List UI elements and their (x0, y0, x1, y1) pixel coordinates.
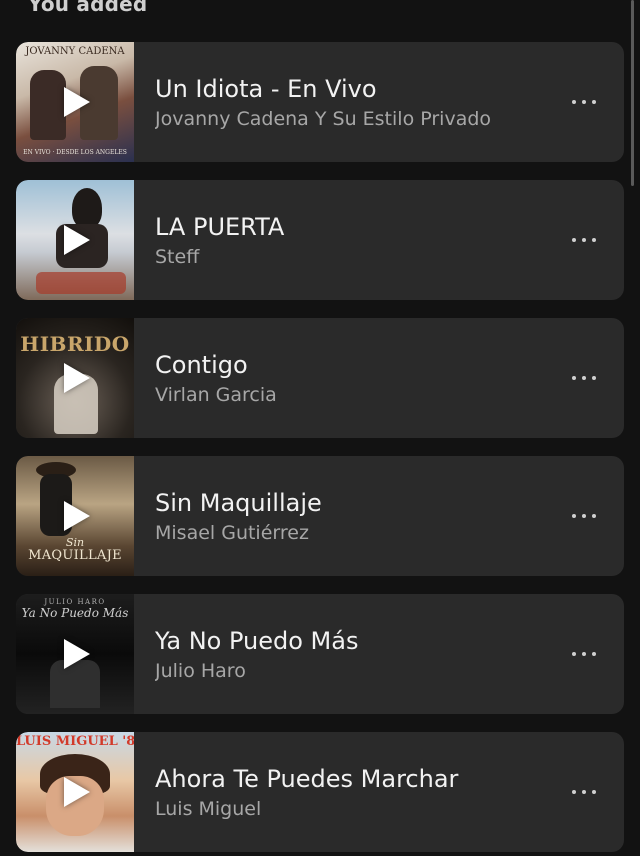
track-info: Contigo Virlan Garcia (134, 350, 556, 407)
more-options-icon[interactable] (556, 220, 612, 260)
track-card[interactable]: Sin MAQUILLAJE Sin Maquillaje Misael Gut… (16, 456, 624, 576)
track-info: Sin Maquillaje Misael Gutiérrez (134, 488, 556, 545)
album-art[interactable]: JULIO HARO Ya No Puedo Más (16, 594, 134, 714)
track-artist: Julio Haro (155, 659, 246, 682)
more-options-icon[interactable] (556, 772, 612, 812)
track-title: Sin Maquillaje (155, 488, 322, 517)
track-artist: Virlan Garcia (155, 383, 277, 406)
track-list: JOVANNY CADENA EN VIVO · DESDE LOS ÁNGEL… (16, 42, 624, 856)
track-title: LA PUERTA (155, 212, 285, 241)
album-art[interactable]: LUIS MIGUEL '87 (16, 732, 134, 852)
track-title: Contigo (155, 350, 248, 379)
album-art-figure (30, 70, 66, 140)
page: You added JOVANNY CADENA EN VIVO · DESDE… (0, 0, 640, 856)
album-art-text: Ya No Puedo Más (21, 606, 129, 620)
track-title: Ya No Puedo Más (155, 626, 359, 655)
album-art-text: MAQUILLAJE (28, 548, 122, 563)
album-art-text: JOVANNY CADENA (25, 46, 125, 57)
track-info: Ahora Te Puedes Marchar Luis Miguel (134, 764, 556, 821)
album-art[interactable]: JOVANNY CADENA EN VIVO · DESDE LOS ÁNGEL… (16, 42, 134, 162)
more-options-icon[interactable] (556, 496, 612, 536)
album-art-text: HIBRIDO (20, 332, 130, 356)
section-heading: You added (28, 0, 148, 16)
album-art-figure (72, 188, 102, 228)
more-options-icon[interactable] (556, 634, 612, 674)
album-art-figure (36, 272, 126, 294)
track-card[interactable]: HIBRIDO Contigo Virlan Garcia (16, 318, 624, 438)
more-options-icon[interactable] (556, 358, 612, 398)
track-title: Ahora Te Puedes Marchar (155, 764, 459, 793)
album-art[interactable] (16, 180, 134, 300)
play-icon[interactable] (64, 363, 90, 393)
scrollbar[interactable] (631, 0, 634, 186)
play-icon[interactable] (64, 501, 90, 531)
more-options-icon[interactable] (556, 82, 612, 122)
play-icon[interactable] (64, 225, 90, 255)
album-art-text: EN VIVO · DESDE LOS ÁNGELES (23, 149, 127, 156)
album-art-text: JULIO HARO (44, 598, 106, 606)
track-info: Ya No Puedo Más Julio Haro (134, 626, 556, 683)
track-artist: Misael Gutiérrez (155, 521, 309, 544)
track-card[interactable]: LA PUERTA Steff (16, 180, 624, 300)
track-card[interactable]: LUIS MIGUEL '87 Ahora Te Puedes Marchar … (16, 732, 624, 852)
track-title: Un Idiota - En Vivo (155, 74, 377, 103)
track-card[interactable]: JOVANNY CADENA EN VIVO · DESDE LOS ÁNGEL… (16, 42, 624, 162)
track-artist: Steff (155, 245, 200, 268)
track-info: LA PUERTA Steff (134, 212, 556, 269)
track-artist: Jovanny Cadena Y Su Estilo Privado (155, 107, 492, 130)
track-card[interactable]: JULIO HARO Ya No Puedo Más Ya No Puedo M… (16, 594, 624, 714)
play-icon[interactable] (64, 777, 90, 807)
track-artist: Luis Miguel (155, 797, 262, 820)
album-art[interactable]: HIBRIDO (16, 318, 134, 438)
track-info: Un Idiota - En Vivo Jovanny Cadena Y Su … (134, 74, 556, 131)
play-icon[interactable] (64, 87, 90, 117)
album-art[interactable]: Sin MAQUILLAJE (16, 456, 134, 576)
play-icon[interactable] (64, 639, 90, 669)
album-art-text: LUIS MIGUEL '87 (16, 734, 134, 749)
